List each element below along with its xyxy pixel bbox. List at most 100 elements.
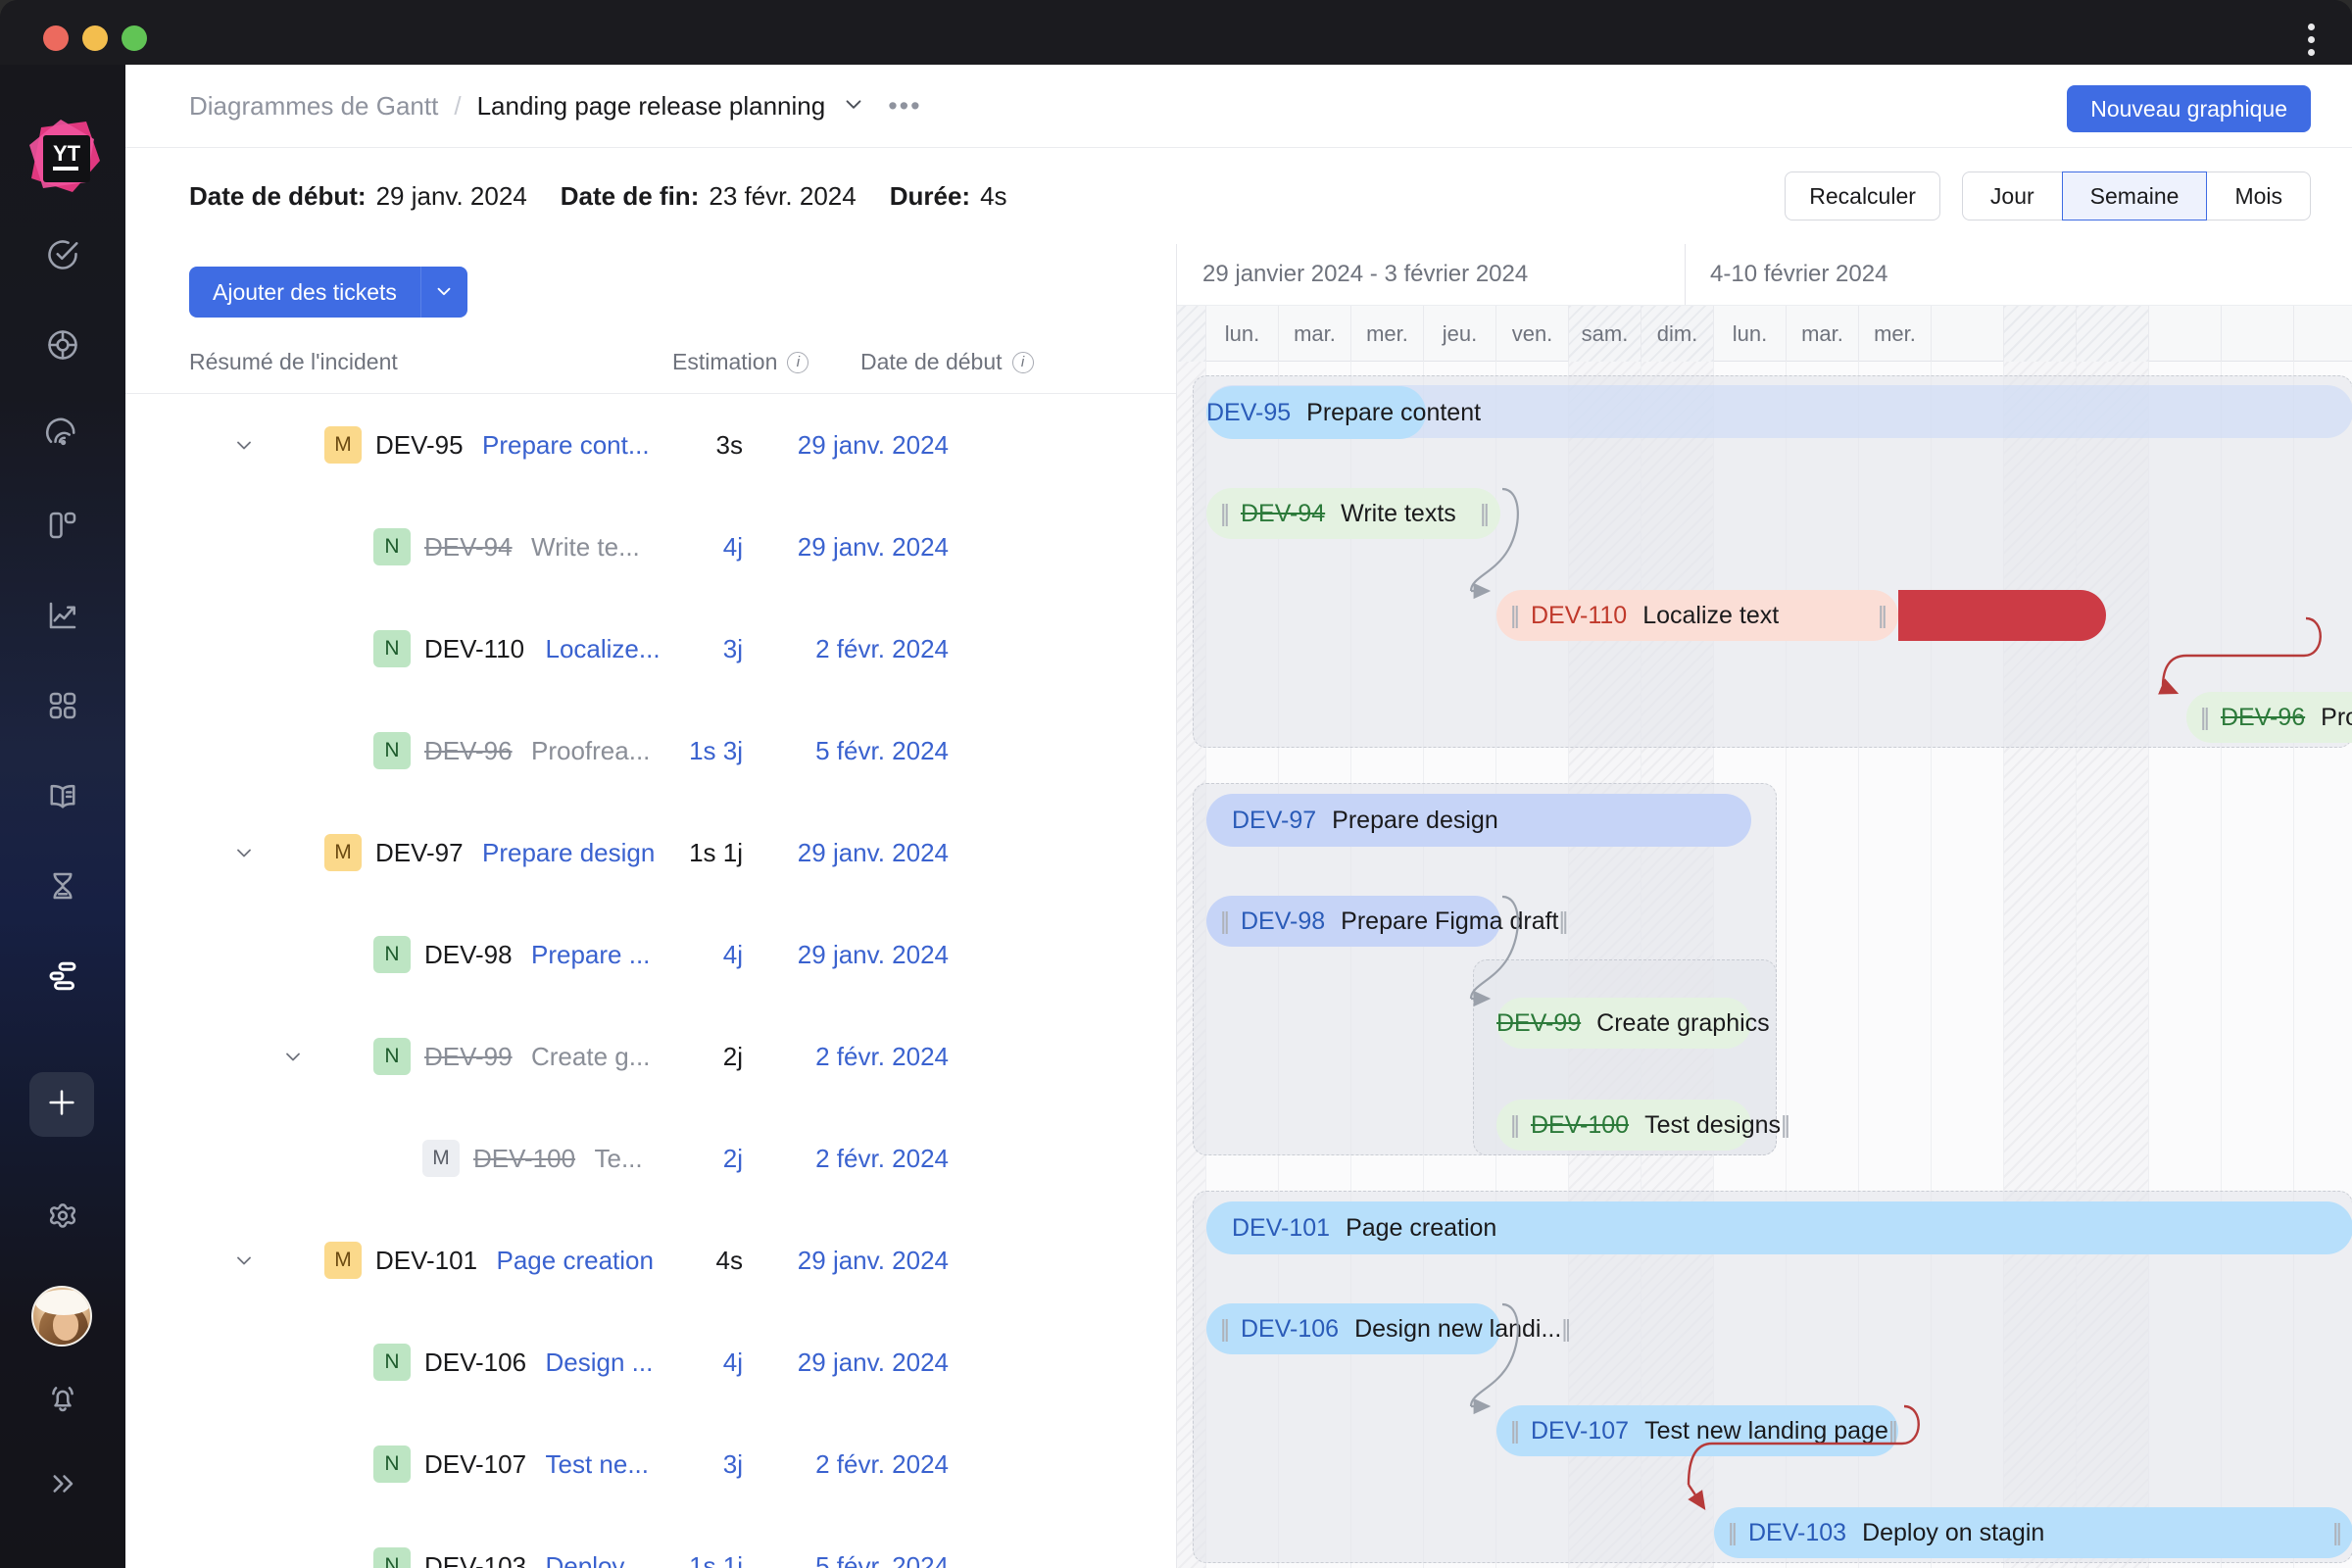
issue-estimation[interactable]: 3j (586, 634, 743, 664)
gantt-bar-resize-handle[interactable]: || (1510, 1111, 1520, 1140)
issue-id[interactable]: DEV-99 (424, 1042, 513, 1072)
sidebar-item-gantt-charts[interactable] (29, 943, 96, 1009)
gantt-bar[interactable]: DEV-101 Page creation (1206, 1201, 2352, 1254)
sidebar-item-settings[interactable] (29, 1184, 96, 1250)
youtrack-logo[interactable]: YT (22, 118, 104, 200)
gantt-bar-resize-handle[interactable]: || (2332, 1519, 2342, 1547)
issue-start-date[interactable]: 29 janv. 2024 (733, 940, 949, 970)
sidebar-item-timesheets[interactable] (29, 853, 96, 919)
sidebar-item-issues[interactable] (29, 221, 96, 288)
issue-id[interactable]: DEV-101 (375, 1246, 477, 1276)
sidebar-item-notifications[interactable] (29, 1364, 96, 1431)
gantt-bar[interactable]: DEV-99 Create graphics (1496, 998, 1770, 1049)
issue-estimation[interactable]: 3s (586, 430, 743, 461)
issue-start-date[interactable]: 2 févr. 2024 (733, 1144, 949, 1174)
gantt-bar-resize-handle[interactable]: || (1220, 1315, 1230, 1344)
issue-id[interactable]: DEV-94 (424, 532, 513, 563)
row-expand-chevron[interactable] (231, 432, 257, 458)
table-row[interactable]: N DEV-96 Proofrea... 1s 3j 5 févr. 2024 (125, 700, 1176, 802)
window-minimize-button[interactable] (82, 25, 108, 51)
gantt-bar-resize-handle[interactable]: || (1220, 500, 1230, 528)
sidebar-item-reports[interactable] (29, 402, 96, 468)
issue-start-date[interactable]: 29 janv. 2024 (733, 1246, 949, 1276)
issue-id[interactable]: DEV-95 (375, 430, 464, 461)
recalculate-button[interactable]: Recalculer (1785, 172, 1940, 220)
new-chart-button[interactable]: Nouveau graphique (2067, 85, 2311, 132)
gantt-bar-resize-handle[interactable]: || (1781, 1111, 1790, 1140)
issue-estimation[interactable]: 4j (586, 1348, 743, 1378)
sidebar-item-analytics[interactable] (29, 582, 96, 649)
avatar[interactable] (31, 1286, 92, 1347)
gantt-bar-resize-handle[interactable]: || (1510, 602, 1520, 630)
issue-id[interactable]: DEV-110 (424, 634, 524, 664)
issue-estimation[interactable]: 4s (586, 1246, 743, 1276)
gantt-bar[interactable]: || DEV-106 Design new landi... || (1206, 1303, 1571, 1354)
ellipsis-icon[interactable]: ••• (888, 93, 921, 120)
issue-estimation[interactable]: 4j (586, 940, 743, 970)
issue-start-date[interactable]: 2 févr. 2024 (733, 1042, 949, 1072)
add-tickets-dropdown-button[interactable] (419, 267, 467, 318)
sidebar-item-agile-boards[interactable] (29, 312, 96, 378)
gantt-bar-resize-handle[interactable]: || (1559, 907, 1569, 936)
gantt-bar[interactable]: || DEV-110 Localize text || (1496, 590, 1898, 641)
gantt-bar[interactable]: DEV-95 Prepare content (1206, 386, 1481, 439)
issue-id[interactable]: DEV-98 (424, 940, 513, 970)
table-row[interactable]: M DEV-101 Page creation 4s 29 janv. 2024 (125, 1209, 1176, 1311)
info-icon[interactable]: i (787, 351, 809, 373)
timescale-day[interactable]: Jour (1961, 172, 2063, 220)
row-expand-chevron[interactable] (231, 1248, 257, 1273)
window-close-button[interactable] (43, 25, 69, 51)
gantt-bar[interactable]: ||DEV-96Proofread texts|| (2186, 692, 2352, 743)
column-header-start-date[interactable]: Date de début i (860, 349, 1034, 375)
row-expand-chevron[interactable] (231, 840, 257, 865)
create-new-button[interactable] (29, 1072, 94, 1137)
issue-estimation[interactable]: 3j (586, 1449, 743, 1480)
gantt-bar-resize-handle[interactable]: || (1220, 907, 1230, 936)
row-expand-chevron[interactable] (280, 1044, 306, 1069)
table-row[interactable]: N DEV-107 Test ne... 3j 2 févr. 2024 (125, 1413, 1176, 1515)
issue-start-date[interactable]: 2 févr. 2024 (733, 634, 949, 664)
table-row[interactable]: N DEV-98 Prepare ... 4j 29 janv. 2024 (125, 904, 1176, 1005)
gantt-bar-resize-handle[interactable]: || (1888, 1417, 1898, 1446)
table-row[interactable]: M DEV-97 Prepare design 1s 1j 29 janv. 2024 (125, 802, 1176, 904)
issue-estimation[interactable]: 4j (586, 532, 743, 563)
table-row[interactable]: M DEV-95 Prepare cont... 3s 29 janv. 2024 (125, 394, 1176, 496)
sidebar-item-apps[interactable] (29, 672, 96, 739)
issue-estimation[interactable]: 2j (586, 1042, 743, 1072)
gantt-chart-pane[interactable]: 29 janvier 2024 - 3 février 2024 4-10 fév… (1176, 244, 2352, 1568)
gantt-bar-resize-handle[interactable]: || (1878, 602, 1887, 630)
gantt-bar[interactable]: || DEV-100 Test designs || (1496, 1100, 1790, 1151)
kebab-menu-icon[interactable] (2293, 20, 2328, 59)
issue-estimation[interactable]: 1s 3j (586, 736, 743, 766)
issue-start-date[interactable]: 2 févr. 2024 (733, 1449, 949, 1480)
table-row[interactable]: N DEV-106 Design ... 4j 29 janv. 2024 (125, 1311, 1176, 1413)
gantt-bar-resize-handle[interactable]: || (1561, 1315, 1571, 1344)
table-row[interactable]: N DEV-99 Create g... 2j 2 févr. 2024 (125, 1005, 1176, 1107)
gantt-bar-resize-handle[interactable]: || (1728, 1519, 1738, 1547)
timescale-month[interactable]: Mois (2206, 172, 2311, 220)
column-header-summary[interactable]: Résumé de l'incident (189, 349, 398, 375)
add-tickets-button[interactable]: Ajouter des tickets (189, 267, 420, 318)
expand-sidebar-button[interactable] (29, 1450, 96, 1517)
issue-id[interactable]: DEV-106 (424, 1348, 526, 1378)
table-row[interactable]: N DEV-94 Write te... 4j 29 janv. 2024 (125, 496, 1176, 598)
issue-id[interactable]: DEV-97 (375, 838, 464, 868)
issue-start-date[interactable]: 29 janv. 2024 (733, 838, 949, 868)
issue-id[interactable]: DEV-107 (424, 1449, 526, 1480)
sidebar-item-boards[interactable] (29, 492, 96, 559)
breadcrumb-root-link[interactable]: Diagrammes de Gantt (189, 91, 438, 122)
column-header-estimation[interactable]: Estimation i (672, 349, 809, 375)
issue-start-date[interactable]: 5 févr. 2024 (733, 1551, 949, 1568)
gantt-bar[interactable]: || DEV-107 Test new landing page || (1496, 1405, 1898, 1456)
issue-start-date[interactable]: 29 janv. 2024 (733, 430, 949, 461)
gantt-bar[interactable]: DEV-97 Prepare design (1206, 794, 1751, 847)
gantt-bar-resize-handle[interactable]: || (2200, 704, 2210, 732)
gantt-bar[interactable]: || DEV-98 Prepare Figma draft || (1206, 896, 1569, 947)
gantt-bar-resize-handle[interactable]: || (1510, 1417, 1520, 1446)
issue-start-date[interactable]: 29 janv. 2024 (733, 1348, 949, 1378)
issue-estimation[interactable]: 1s 1j (586, 838, 743, 868)
gantt-bar[interactable]: || DEV-103 Deploy on stagin || (1714, 1507, 2352, 1558)
gantt-bar-overdue-segment[interactable] (1898, 590, 2106, 641)
issue-id[interactable]: DEV-103 (424, 1551, 526, 1568)
breadcrumb-current-title[interactable]: Landing page release planning (477, 91, 826, 122)
